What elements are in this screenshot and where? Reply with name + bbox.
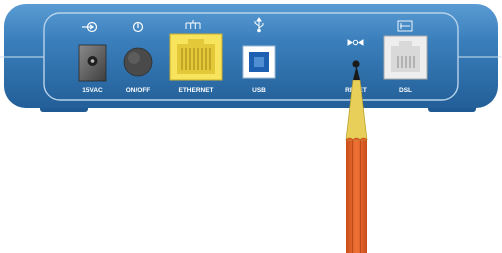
dsl-port-label: DSL	[399, 87, 412, 94]
power-switch-label: ON/OFF	[126, 87, 151, 94]
usb-port-label: USB	[252, 87, 266, 94]
ethernet-port-label: ETHERNET	[178, 87, 213, 94]
pencil-shaft	[346, 140, 367, 253]
reset-pinhole[interactable]	[352, 60, 360, 68]
power-port-label: 15VAC	[82, 87, 103, 94]
router-back-panel-diagram: 15VAC ON/OFF ETHERNET USB DSL	[0, 4, 502, 253]
